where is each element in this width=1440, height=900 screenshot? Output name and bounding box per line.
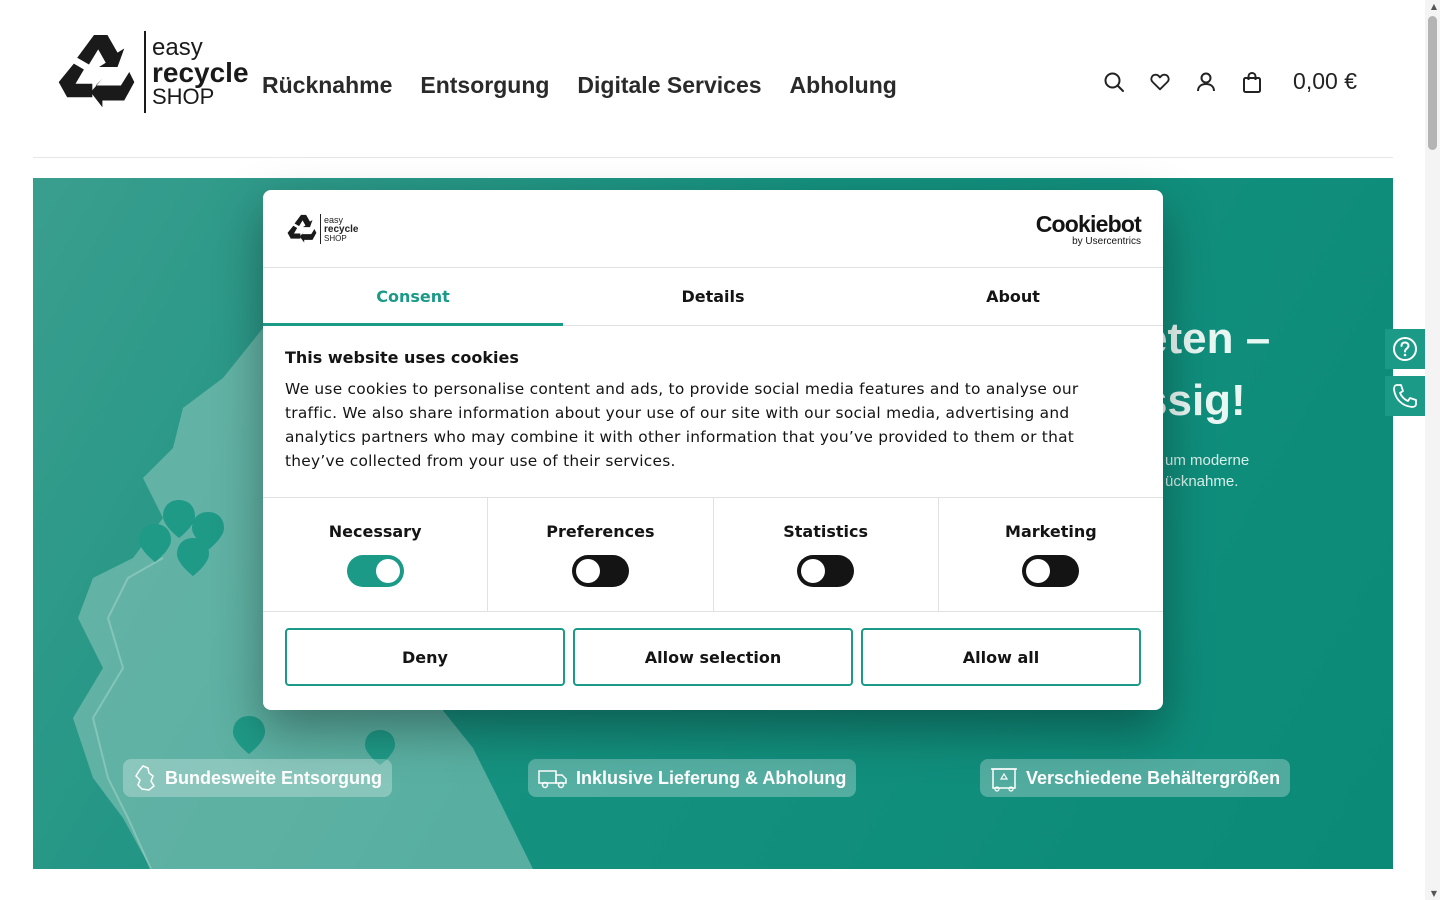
tab-consent[interactable]: Consent bbox=[263, 268, 563, 326]
cookie-category-toggles: Necessary Preferences Statistics Marketi… bbox=[263, 498, 1163, 612]
logo-wordmark: easy recycle SHOP bbox=[152, 36, 249, 108]
shopping-bag-icon[interactable] bbox=[1241, 71, 1263, 93]
help-question-icon bbox=[1393, 337, 1417, 361]
site-header: easy recycle SHOP Rücknahme Entsorgung D… bbox=[0, 0, 1425, 158]
phone-button[interactable] bbox=[1385, 376, 1425, 416]
toggle-label-marketing: Marketing bbox=[1005, 522, 1097, 541]
description-line: they’ve collected from your use of their… bbox=[285, 452, 676, 470]
header-tools: 0,00 € bbox=[1103, 68, 1357, 95]
allow-all-button[interactable]: Allow all bbox=[861, 628, 1141, 686]
toggle-label-statistics: Statistics bbox=[783, 522, 868, 541]
cookie-dialog-actions: Deny Allow selection Allow all bbox=[263, 612, 1163, 702]
feature-badge-container-sizes: Verschiedene Behältergrößen bbox=[980, 759, 1291, 797]
dialog-logo-wordmark: easy recycle SHOP bbox=[324, 215, 359, 243]
scroll-up-arrow-icon[interactable]: ▲ bbox=[1431, 2, 1437, 11]
toggle-cell-preferences: Preferences bbox=[488, 498, 714, 611]
dialog-logo-word-recycle: recycle bbox=[324, 223, 359, 235]
feature-label-container-sizes: Verschiedene Behältergrößen bbox=[1026, 767, 1281, 788]
search-icon[interactable] bbox=[1103, 71, 1125, 93]
help-button[interactable] bbox=[1385, 329, 1425, 369]
feature-badge-delivery: Inklusive Lieferung & Abholung bbox=[528, 759, 857, 797]
main-nav: Rücknahme Entsorgung Digitale Services A… bbox=[262, 72, 897, 99]
allow-selection-button[interactable]: Allow selection bbox=[573, 628, 853, 686]
hero-subtext-line2: ücknahme. bbox=[1165, 473, 1239, 490]
cookie-dialog-title: This website uses cookies bbox=[285, 348, 519, 367]
page-scrollbar[interactable]: ▲ ▼ bbox=[1425, 0, 1440, 900]
toggle-knob bbox=[1026, 559, 1051, 583]
toggle-statistics[interactable] bbox=[797, 555, 855, 587]
phone-icon bbox=[1393, 384, 1417, 408]
description-line: analytics partners who may combine it wi… bbox=[285, 428, 1075, 446]
header-divider bbox=[33, 157, 1393, 158]
hero-subtext: um moderne ücknahme. bbox=[1165, 450, 1249, 492]
toggle-label-necessary: Necessary bbox=[328, 522, 422, 541]
toggle-necessary[interactable] bbox=[346, 555, 404, 587]
scrollbar-thumb[interactable] bbox=[1428, 16, 1437, 150]
germany-outline-icon bbox=[133, 765, 157, 791]
cookiebot-wordmark: Cookiebot bbox=[1035, 211, 1142, 237]
dialog-logo-word-shop: SHOP bbox=[324, 233, 347, 243]
feature-label-delivery: Inklusive Lieferung & Abholung bbox=[576, 767, 847, 788]
nav-item-ruecknahme[interactable]: Rücknahme bbox=[262, 72, 392, 99]
logo-word-shop: SHOP bbox=[152, 84, 215, 109]
toggle-cell-marketing: Marketing bbox=[939, 498, 1163, 611]
cookiebot-byline: by Usercentrics bbox=[1072, 236, 1141, 247]
toggle-knob bbox=[575, 559, 600, 583]
truck-icon bbox=[538, 767, 568, 789]
logo-divider bbox=[144, 31, 146, 113]
feature-label-nationwide: Bundesweite Entsorgung bbox=[165, 767, 383, 788]
cookie-consent-dialog: easy recycle SHOP Cookiebot by Usercentr… bbox=[263, 190, 1163, 710]
toggle-cell-statistics: Statistics bbox=[714, 498, 939, 611]
tab-about[interactable]: About bbox=[863, 268, 1163, 325]
hero-subtext-line1: um moderne bbox=[1165, 452, 1250, 469]
site-logo[interactable]: easy recycle SHOP bbox=[52, 30, 249, 114]
dialog-site-logo: easy recycle SHOP bbox=[285, 213, 358, 245]
recycle-logo-small-icon bbox=[287, 214, 317, 243]
recycle-logo-icon bbox=[58, 35, 135, 108]
toggle-knob bbox=[375, 559, 400, 583]
description-line: traffic. We also share information about… bbox=[285, 404, 1070, 422]
cookie-dialog-body: This website uses cookies We use cookies… bbox=[263, 326, 1163, 498]
cart-total[interactable]: 0,00 € bbox=[1293, 68, 1357, 95]
logo-word-recycle: recycle bbox=[152, 57, 249, 88]
toggle-preferences[interactable] bbox=[571, 555, 629, 587]
nav-item-abholung[interactable]: Abholung bbox=[790, 72, 897, 99]
feature-badge-nationwide: Bundesweite Entsorgung bbox=[123, 759, 393, 797]
cookiebot-logo[interactable]: Cookiebot by Usercentrics bbox=[1035, 211, 1142, 247]
toggle-marketing[interactable] bbox=[1022, 555, 1080, 587]
cookie-dialog-header: easy recycle SHOP Cookiebot by Usercentr… bbox=[263, 190, 1163, 268]
toggle-cell-necessary: Necessary bbox=[263, 498, 489, 611]
container-icon bbox=[990, 764, 1018, 792]
heart-icon[interactable] bbox=[1149, 71, 1171, 93]
scroll-down-arrow-icon[interactable]: ▼ bbox=[1431, 889, 1437, 898]
deny-button[interactable]: Deny bbox=[285, 628, 565, 686]
toggle-knob bbox=[801, 559, 826, 583]
description-line: We use cookies to personalise content an… bbox=[285, 380, 1079, 398]
toggle-label-preferences: Preferences bbox=[546, 522, 655, 541]
cookie-dialog-tabs: Consent Details About bbox=[263, 268, 1163, 326]
nav-item-digitale-services[interactable]: Digitale Services bbox=[577, 72, 761, 99]
cookie-dialog-description: We use cookies to personalise content an… bbox=[285, 377, 1141, 473]
user-icon[interactable] bbox=[1195, 71, 1217, 93]
tab-details[interactable]: Details bbox=[563, 268, 863, 325]
nav-item-entsorgung[interactable]: Entsorgung bbox=[420, 72, 549, 99]
dialog-logo-divider bbox=[320, 214, 321, 244]
